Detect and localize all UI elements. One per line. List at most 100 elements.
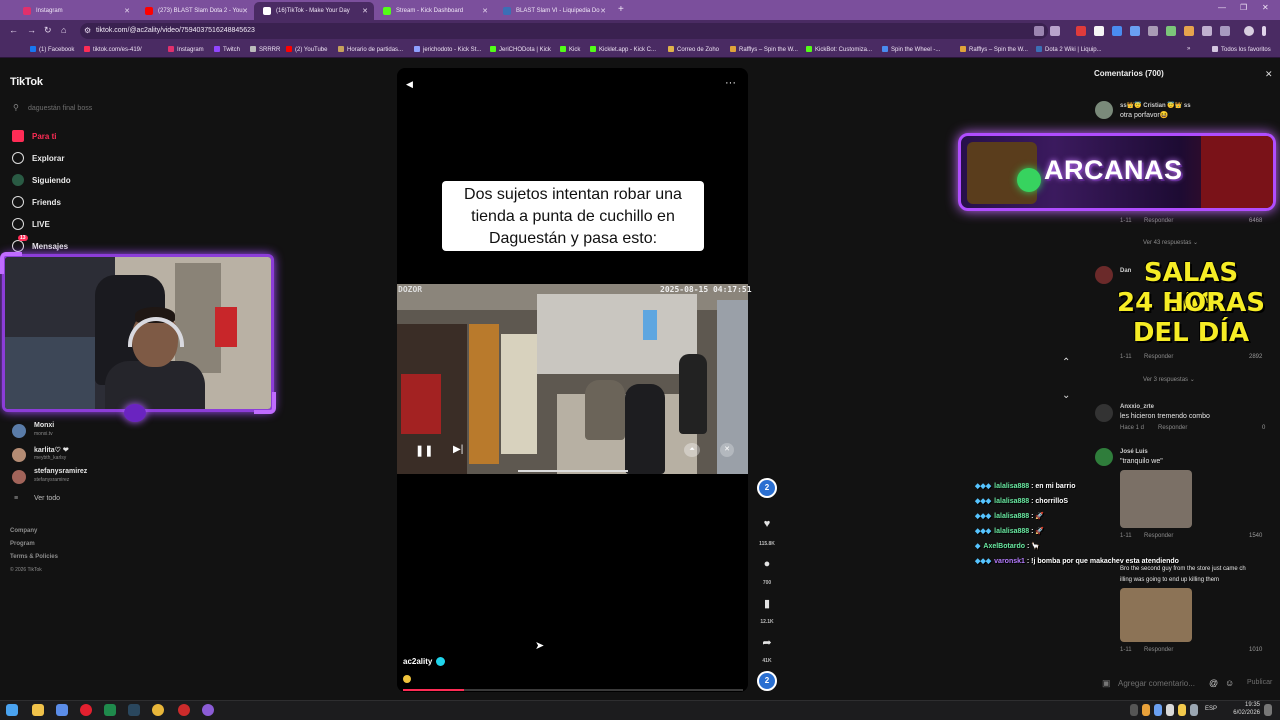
all-bookmarks-folder[interactable]: Todos los favoritos	[1212, 46, 1271, 53]
profile-avatar[interactable]	[1244, 26, 1254, 36]
footer-company[interactable]: Company	[10, 528, 37, 534]
tray-app-icon[interactable]	[1142, 704, 1150, 716]
mention-icon[interactable]: @	[1209, 678, 1218, 688]
view-replies-button[interactable]: Ver 3 respuestas ⌄	[1143, 376, 1195, 383]
share-icon[interactable]: ➦	[761, 636, 773, 649]
bookmark-star-icon[interactable]	[1050, 26, 1060, 36]
steam-icon[interactable]	[128, 704, 140, 716]
reply-button[interactable]: Responder	[1144, 647, 1173, 653]
bookmark-item[interactable]: jerichodoto - Kick St...	[414, 46, 481, 53]
url-text[interactable]: tiktok.com/@ac2ality/video/7594037516248…	[96, 27, 255, 34]
bookmark-item[interactable]: Spin the Wheel -...	[882, 46, 940, 53]
skip-next-icon[interactable]: ▶|	[453, 444, 463, 455]
clock-date[interactable]: 6/02/2026	[1224, 710, 1260, 716]
bookmark-item[interactable]: Instagram	[168, 46, 204, 53]
tray-app-icon[interactable]	[1190, 704, 1198, 716]
reply-button[interactable]: Responder	[1144, 354, 1173, 360]
chrome-icon[interactable]	[152, 704, 164, 716]
side-panel-icon[interactable]	[1220, 26, 1230, 36]
bookmark-item[interactable]: SRRRR	[250, 46, 280, 53]
minimize-icon[interactable]: —	[1218, 3, 1226, 12]
network-app-icon[interactable]	[56, 704, 68, 716]
avatar[interactable]	[1095, 266, 1113, 284]
obs-icon[interactable]	[178, 704, 190, 716]
bookmark-item[interactable]: Rafflys – Spin the W...	[960, 46, 1028, 53]
comment-username[interactable]: ss👑😇 Cristian 😇👑 ss	[1120, 102, 1191, 109]
tab-close-icon[interactable]: ✕	[242, 7, 248, 15]
tab-close-icon[interactable]: ✕	[124, 7, 130, 15]
view-replies-button[interactable]: Ver 43 respuestas ⌄	[1143, 239, 1198, 246]
extension-red-icon[interactable]	[1076, 26, 1086, 36]
pause-icon[interactable]: ❚❚	[415, 444, 433, 457]
extension-diamond-icon[interactable]	[1094, 26, 1104, 36]
clock-time[interactable]: 19:35	[1228, 702, 1260, 708]
bookmark-item[interactable]: Kick	[560, 46, 580, 53]
tab-close-icon[interactable]: ✕	[362, 7, 368, 15]
cctv-scrubber[interactable]	[518, 470, 628, 472]
reply-button[interactable]: Responder	[1144, 218, 1173, 224]
bookmarks-overflow-icon[interactable]: »	[1187, 46, 1190, 52]
emoji-icon[interactable]: ☺	[1225, 678, 1234, 688]
collapse-icon[interactable]: ⏶	[684, 443, 700, 457]
extension-grey-icon[interactable]	[1148, 26, 1158, 36]
comment-username[interactable]: Anxxio_zrte	[1120, 404, 1154, 410]
notification-icon[interactable]	[1264, 704, 1272, 716]
window-close-icon[interactable]: ✕	[1262, 3, 1269, 12]
bookmark-item[interactable]: Kicklet.app - Kick C...	[590, 46, 656, 53]
music-disc-avatar[interactable]: 2	[757, 671, 777, 691]
keyboard-language[interactable]: ESP	[1205, 706, 1217, 712]
excel-icon[interactable]	[104, 704, 116, 716]
creator-avatar[interactable]: 2	[757, 478, 777, 498]
extension-green-icon[interactable]	[1166, 26, 1176, 36]
back-arrow-icon[interactable]: ←	[9, 25, 18, 35]
comment-likes[interactable]: 1540	[1249, 533, 1262, 539]
comment-likes[interactable]: 6468	[1249, 218, 1262, 224]
comment-likes[interactable]: 0	[1262, 425, 1265, 431]
new-tab-plus-icon[interactable]: +	[618, 4, 624, 15]
extensions-puzzle-icon[interactable]	[1202, 26, 1212, 36]
bookmark-item[interactable]: Horario de partidas...	[338, 46, 403, 53]
tray-app-icon[interactable]	[1166, 704, 1174, 716]
extension-translate-icon[interactable]	[1130, 26, 1140, 36]
tiktok-logo[interactable]: TikTok	[10, 76, 43, 88]
footer-terms[interactable]: Terms & Policies	[10, 554, 58, 560]
comment-image[interactable]	[1120, 470, 1192, 528]
avatar[interactable]	[1095, 101, 1113, 119]
comment-image[interactable]	[1120, 588, 1192, 642]
more-options-icon[interactable]: ···	[725, 77, 736, 89]
bookmark-item[interactable]: (2) YouTube	[286, 46, 327, 53]
gif-icon[interactable]: ▣	[1102, 678, 1111, 689]
browser-tab-tiktok[interactable]: (16)TikTok - Make Your Day ✕	[254, 2, 374, 20]
publish-button[interactable]: Publicar	[1247, 679, 1272, 686]
comment-username[interactable]: José Luis	[1120, 449, 1148, 455]
bookmark-item[interactable]: Rafflys – Spin the W...	[730, 46, 798, 53]
comment-icon[interactable]: ●	[761, 558, 773, 570]
forward-arrow-icon[interactable]: →	[27, 25, 36, 35]
windows-start-icon[interactable]	[6, 704, 18, 716]
footer-program[interactable]: Program	[10, 541, 35, 547]
tray-app-icon[interactable]	[1154, 704, 1162, 716]
browser-tab-liquipedia[interactable]: BLAST Slam VI - Liquipedia Do ✕	[494, 2, 612, 20]
reply-button[interactable]: Responder	[1144, 533, 1173, 539]
bookmark-item[interactable]: tiktok.com/es-419/	[84, 46, 142, 53]
comment-likes[interactable]: 2892	[1249, 354, 1262, 360]
avatar[interactable]	[1095, 448, 1113, 466]
close-icon[interactable]: ✕	[720, 443, 734, 457]
tab-close-icon[interactable]: ✕	[600, 7, 606, 15]
reply-button[interactable]: Responder	[1158, 425, 1187, 431]
browser-tab-instagram[interactable]: Instagram ✕	[14, 2, 136, 20]
browser-tab-kick[interactable]: Stream - Kick Dashboard ✕	[374, 2, 494, 20]
app-purple-icon[interactable]	[202, 704, 214, 716]
bookmark-item[interactable]: Correo de Zoho	[668, 46, 719, 53]
extension-orange-icon[interactable]	[1184, 26, 1194, 36]
bookmark-item[interactable]: Twitch	[214, 46, 240, 53]
comment-likes[interactable]: 1010	[1249, 647, 1262, 653]
avatar[interactable]	[1095, 404, 1113, 422]
bookmark-icon[interactable]: ▮	[761, 597, 773, 610]
bookmark-item[interactable]: JeriCHODota | Kick	[490, 46, 551, 53]
site-info-icon[interactable]: ⚙	[84, 26, 91, 35]
opera-icon[interactable]	[80, 704, 92, 716]
next-video-icon[interactable]: ⌄	[1062, 390, 1070, 401]
file-explorer-icon[interactable]	[32, 704, 44, 716]
bookmark-item[interactable]: (1) Facebook	[30, 46, 74, 53]
